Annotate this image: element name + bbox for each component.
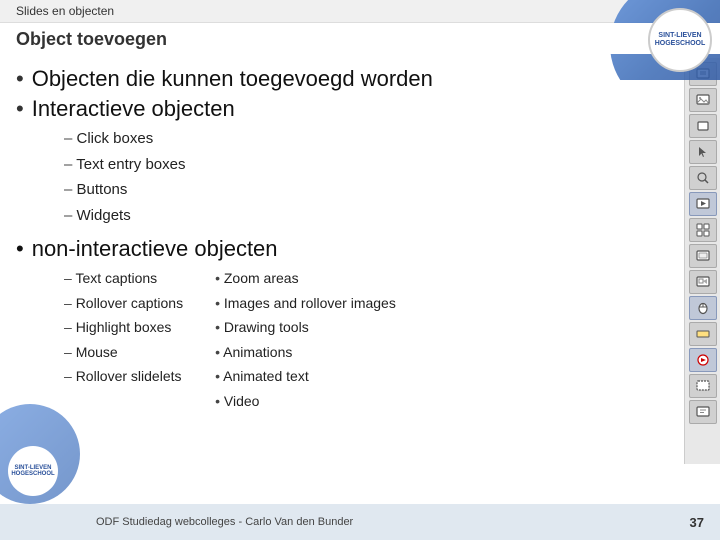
search-icon[interactable]: [689, 166, 717, 190]
logo-top-right: SINT-LIEVEN HOGESCHOOL: [648, 8, 712, 72]
deco-bottom-left: SINT-LIEVEN HOGESCHOOL: [0, 434, 80, 504]
extra-icon[interactable]: [689, 400, 717, 424]
interactive-list: Click boxes Text entry boxes Buttons Wid…: [16, 126, 668, 228]
content-area: • Objecten die kunnen toegevoegd worden …: [0, 58, 684, 464]
bullet-1: • Objecten die kunnen toegevoegd worden: [16, 66, 668, 92]
bullet-dot-3: •: [16, 236, 24, 262]
list-item: Click boxes: [64, 126, 668, 152]
highlight-icon[interactable]: [689, 322, 717, 346]
zoom-icon[interactable]: [689, 270, 717, 294]
logo-bottom-left: SINT-LIEVEN HOGESCHOOL: [8, 446, 58, 496]
list-item: Images and rollover images: [215, 291, 396, 316]
header: Object toevoegen: [0, 23, 720, 54]
list-item: Widgets: [64, 203, 668, 229]
bottom-bar: ODF Studiedag webcolleges - Carlo Van de…: [0, 504, 720, 540]
list-item: Rollover slidelets: [64, 364, 183, 389]
list-item: Drawing tools: [215, 315, 396, 340]
bullet-dot-2: •: [16, 96, 24, 122]
non-interactive-left: Text captions Rollover captions Highligh…: [64, 266, 183, 413]
animation-icon[interactable]: [689, 348, 717, 372]
mouse-icon[interactable]: [689, 296, 717, 320]
top-bar-label: Slides en objecten: [16, 4, 114, 18]
non-interactive-lists: Text captions Rollover captions Highligh…: [16, 266, 668, 413]
rollover-icon[interactable]: [689, 244, 717, 268]
list-item: Zoom areas: [215, 266, 396, 291]
cursor-icon[interactable]: [689, 140, 717, 164]
list-item: Animated text: [215, 364, 396, 389]
footer-label: ODF Studiedag webcolleges - Carlo Van de…: [16, 516, 353, 528]
widget-icon[interactable]: [689, 218, 717, 242]
rectangle-icon[interactable]: [689, 114, 717, 138]
bullet-3-text: non-interactieve objecten: [32, 236, 278, 262]
bullet-dot-1: •: [16, 66, 24, 92]
click-box-icon[interactable]: [689, 374, 717, 398]
bullet-2-text: Interactieve objecten: [32, 96, 235, 122]
non-interactive-right: Zoom areas Images and rollover images Dr…: [215, 266, 396, 413]
list-item: Mouse: [64, 340, 183, 365]
list-item: Video: [215, 389, 396, 414]
bullet-1-text: Objecten die kunnen toegevoegd worden: [32, 66, 433, 92]
list-item: Buttons: [64, 177, 668, 203]
bullet-3: • non-interactieve objecten: [16, 236, 668, 262]
image-icon[interactable]: [689, 88, 717, 112]
bullet-2: • Interactieve objecten: [16, 96, 668, 122]
media-icon[interactable]: [689, 192, 717, 216]
list-item: Rollover captions: [64, 291, 183, 316]
list-item: Text entry boxes: [64, 152, 668, 178]
list-item: Animations: [215, 340, 396, 365]
right-toolbar: [684, 58, 720, 464]
main-area: • Objecten die kunnen toegevoegd worden …: [0, 54, 720, 464]
page-number: 37: [690, 515, 704, 530]
list-item: Highlight boxes: [64, 315, 183, 340]
list-item: Text captions: [64, 266, 183, 291]
page-title: Object toevoegen: [16, 29, 704, 50]
